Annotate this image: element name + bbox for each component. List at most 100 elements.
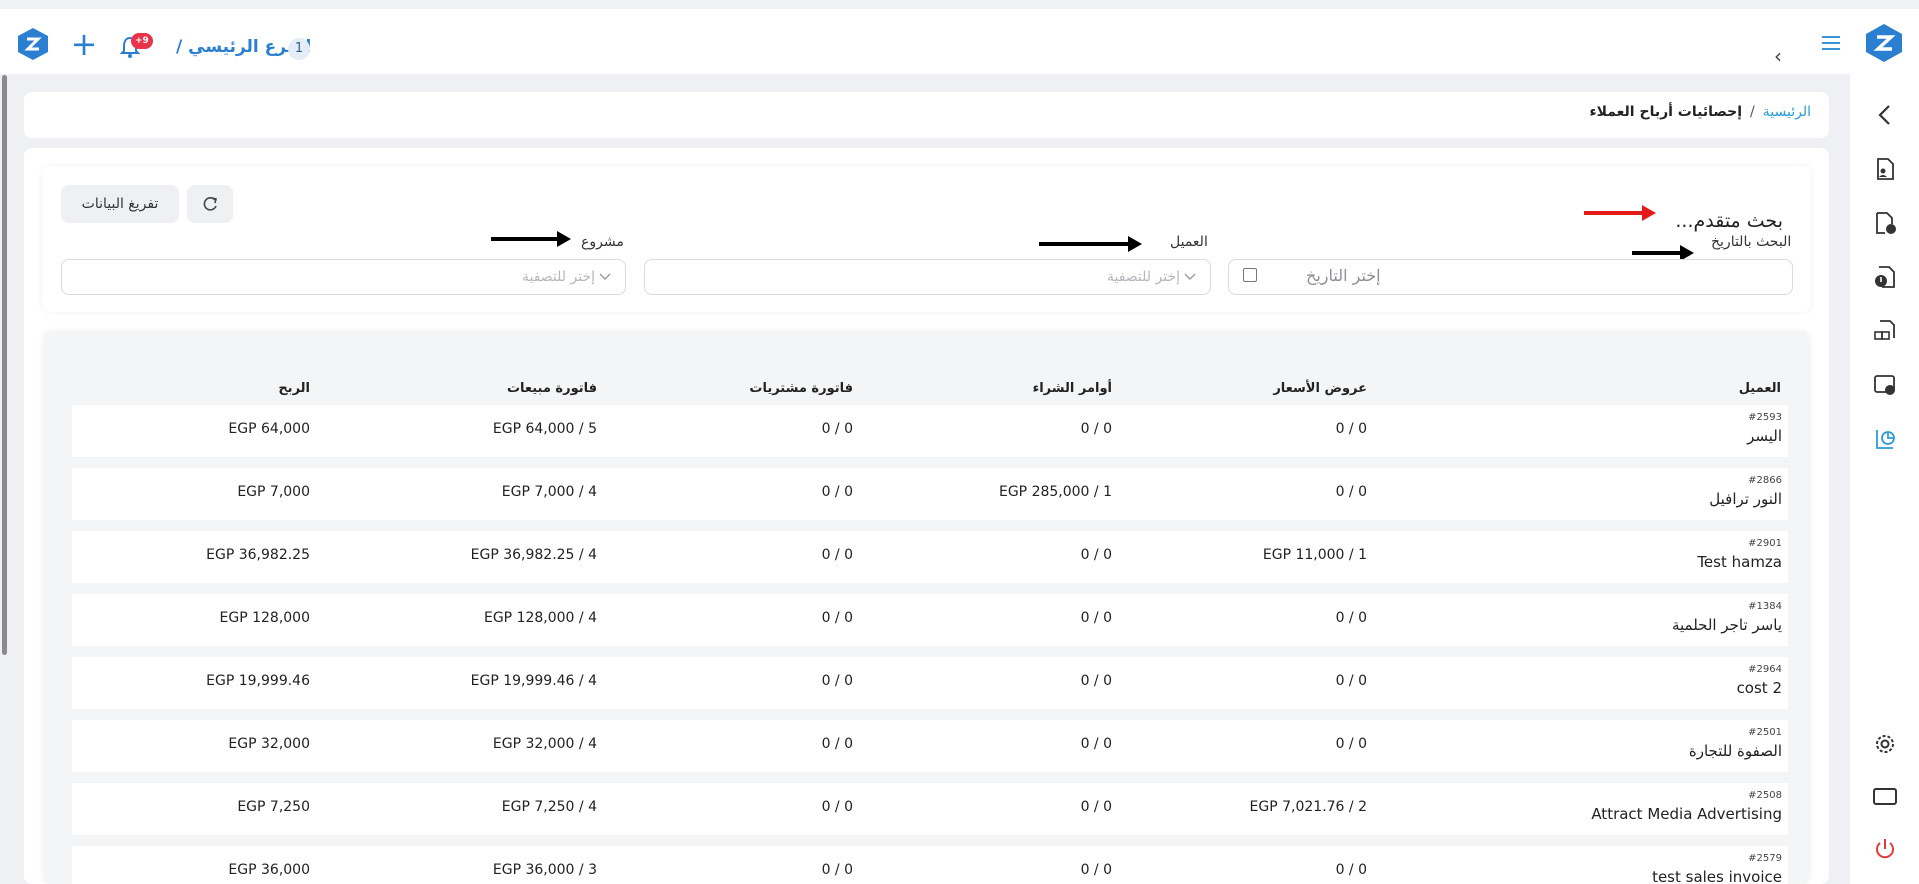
purchase-invoices-cell: 0 / 0 xyxy=(821,673,853,689)
table-row[interactable] xyxy=(72,405,1788,457)
table-row[interactable] xyxy=(72,846,1788,884)
client-id: #2593 xyxy=(1748,412,1782,423)
annotation-arrow xyxy=(1584,205,1656,221)
chevron-left-icon[interactable] xyxy=(1872,102,1898,128)
profit-cell: EGP 36,000 xyxy=(228,862,310,878)
client-name[interactable]: ياسر تاجر الحلمية xyxy=(1672,616,1782,634)
purchase-orders-cell: 0 / 0 xyxy=(1080,736,1112,752)
project-select-placeholder: إختر للتصفية xyxy=(521,269,595,285)
table-row[interactable] xyxy=(72,531,1788,583)
annotation-arrow xyxy=(1632,245,1694,261)
client-name[interactable]: Attract Media Advertising xyxy=(1591,805,1782,823)
purchase-orders-cell: 0 / 0 xyxy=(1080,610,1112,626)
notification-badge: +9 xyxy=(131,33,153,49)
client-id: #2501 xyxy=(1748,727,1782,738)
profit-cell: EGP 32,000 xyxy=(228,736,310,752)
table-row[interactable] xyxy=(72,657,1788,709)
calendar-icon xyxy=(1243,268,1257,282)
sales-invoices-cell: EGP 128,000 / 4 xyxy=(483,610,597,626)
chart-report-icon[interactable] xyxy=(1872,426,1898,452)
document-alert-icon[interactable] xyxy=(1872,264,1898,290)
table-row[interactable] xyxy=(72,720,1788,772)
chevron-down-icon xyxy=(1184,273,1196,280)
client-id: #2579 xyxy=(1748,853,1782,864)
brand-logo-icon xyxy=(1866,24,1902,62)
hamburger-icon[interactable] xyxy=(1822,32,1850,54)
quotes-cell: 0 / 0 xyxy=(1335,421,1367,437)
chevron-down-icon xyxy=(599,273,611,280)
add-icon[interactable]: + xyxy=(68,28,100,61)
date-placeholder: إختر التاريخ xyxy=(1306,266,1381,285)
branch-number-badge: 1 xyxy=(288,38,310,60)
client-id: #2866 xyxy=(1748,475,1782,486)
client-id: #2964 xyxy=(1748,664,1782,675)
refresh-button[interactable] xyxy=(187,185,233,223)
sales-invoices-cell: EGP 32,000 / 4 xyxy=(492,736,597,752)
gear-icon[interactable] xyxy=(1872,731,1898,757)
breadcrumb-separator: / xyxy=(1750,104,1755,120)
client-id: #2901 xyxy=(1748,538,1782,549)
client-name[interactable]: test sales invoice xyxy=(1652,868,1782,884)
quotes-cell: EGP 7,021.76 / 2 xyxy=(1249,799,1367,815)
purchase-invoices-cell: 0 / 0 xyxy=(821,547,853,563)
profit-cell: EGP 64,000 xyxy=(228,421,310,437)
table-row[interactable] xyxy=(72,783,1788,835)
document-clock-icon[interactable] xyxy=(1872,210,1898,236)
client-select-placeholder: إختر للتصفية xyxy=(1106,269,1180,285)
client-name[interactable]: النور ترافيل xyxy=(1709,490,1782,508)
table-row[interactable] xyxy=(72,594,1788,646)
profit-cell: EGP 7,000 xyxy=(237,484,310,500)
sales-invoices-cell: EGP 7,000 / 4 xyxy=(501,484,597,500)
client-name[interactable]: اليسر xyxy=(1747,427,1782,445)
client-name[interactable]: الصفوة للتجارة xyxy=(1689,742,1782,760)
client-id: #1384 xyxy=(1748,601,1782,612)
client-id: #2508 xyxy=(1748,790,1782,801)
header-profit: الربح xyxy=(278,381,310,396)
quotes-cell: 0 / 0 xyxy=(1335,673,1367,689)
sales-invoices-cell: EGP 64,000 / 5 xyxy=(492,421,597,437)
sales-invoices-cell: EGP 36,000 / 3 xyxy=(492,862,597,878)
advanced-search-title[interactable]: بحث متقدم... xyxy=(1675,210,1783,232)
purchase-orders-cell: 0 / 0 xyxy=(1080,862,1112,878)
purchase-orders-cell: 0 / 0 xyxy=(1080,799,1112,815)
header-client: العميل xyxy=(1738,381,1781,396)
project-select[interactable]: إختر للتصفية xyxy=(61,259,626,295)
breadcrumb: الرئيسية / إحصائيات أرباح العملاء xyxy=(1589,104,1811,120)
purchase-invoices-cell: 0 / 0 xyxy=(821,484,853,500)
client-select[interactable]: إختر للتصفية xyxy=(644,259,1211,295)
client-name[interactable]: Test hamza xyxy=(1697,553,1782,571)
power-icon[interactable] xyxy=(1872,836,1898,862)
profit-cell: EGP 7,250 xyxy=(237,799,310,815)
profit-cell: EGP 36,982.25 xyxy=(206,547,310,563)
page-scrollbar[interactable] xyxy=(2,75,7,655)
header-sales-invoices: فاتورة مبيعات xyxy=(506,381,597,396)
quotes-cell: EGP 11,000 / 1 xyxy=(1262,547,1367,563)
app-logo-icon[interactable] xyxy=(16,27,50,61)
table-row[interactable] xyxy=(72,468,1788,520)
purchase-invoices-cell: 0 / 0 xyxy=(821,862,853,878)
sales-invoices-cell: EGP 36,982.25 / 4 xyxy=(470,547,597,563)
client-name[interactable]: cost 2 xyxy=(1737,679,1782,697)
sales-invoices-cell: EGP 19,999.46 / 4 xyxy=(470,673,597,689)
user-document-icon[interactable] xyxy=(1872,156,1898,182)
purchase-orders-cell: 0 / 0 xyxy=(1080,421,1112,437)
header-purchase-orders: أوامر الشراء xyxy=(1032,381,1112,396)
purchase-orders-cell: 0 / 0 xyxy=(1080,547,1112,563)
purchase-invoices-cell: 0 / 0 xyxy=(821,799,853,815)
boxes-document-icon[interactable] xyxy=(1872,318,1898,344)
clear-data-button[interactable]: تفريغ البيانات xyxy=(61,185,179,223)
client-filter-label: العميل xyxy=(1170,234,1208,250)
monitor-icon[interactable] xyxy=(1872,784,1898,810)
profit-cell: EGP 19,999.46 xyxy=(206,673,310,689)
right-sidebar xyxy=(1850,74,1919,884)
quotes-cell: 0 / 0 xyxy=(1335,736,1367,752)
header-purchase-invoices: فاتورة مشتريات xyxy=(749,381,853,396)
chevron-left-icon[interactable]: ‹ xyxy=(1774,44,1782,68)
quotes-cell: 0 / 0 xyxy=(1335,610,1367,626)
annotation-arrow xyxy=(1039,236,1142,252)
report-settings-icon[interactable] xyxy=(1872,372,1898,398)
quotes-cell: 0 / 0 xyxy=(1335,862,1367,878)
refresh-icon xyxy=(203,197,217,211)
header-quotes: عروض الأسعار xyxy=(1273,381,1367,396)
breadcrumb-home-link[interactable]: الرئيسية xyxy=(1763,104,1811,120)
